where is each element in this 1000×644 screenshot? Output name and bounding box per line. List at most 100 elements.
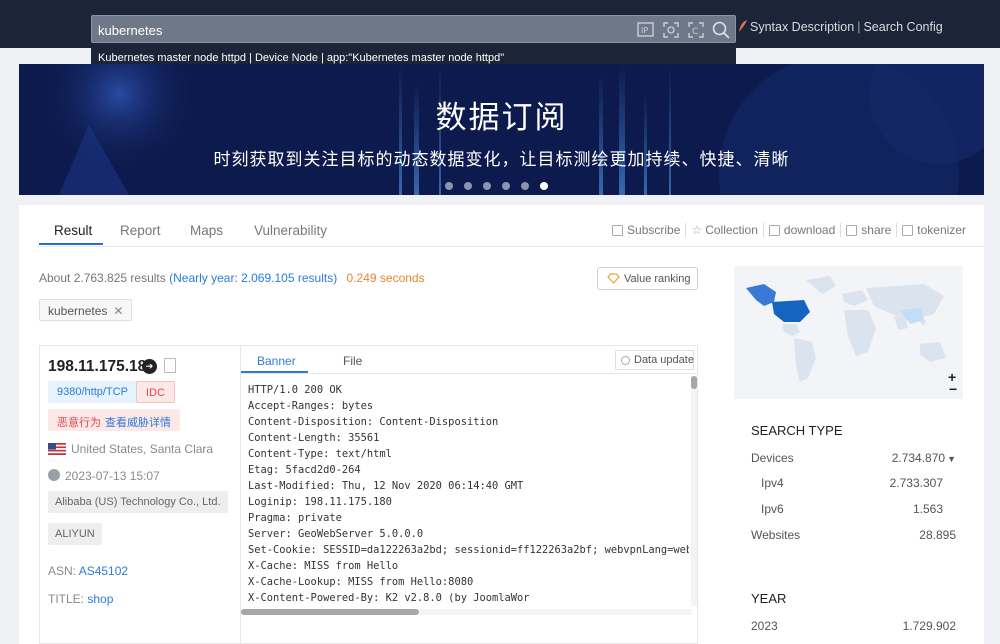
- banner-line: HTTP/1.0 200 OK: [248, 384, 342, 396]
- search-type-card: SEARCH TYPE Devices 2.734.870 ▼ Ipv4 2.733.…: [734, 402, 963, 564]
- caret-down-icon[interactable]: ▼: [947, 454, 956, 464]
- tab-vulnerability[interactable]: Vulnerability: [254, 223, 327, 238]
- carousel-dot[interactable]: [502, 182, 510, 190]
- search-box[interactable]: IP C: [91, 15, 736, 43]
- ip-search-icon[interactable]: IP: [636, 20, 656, 40]
- filter-chip[interactable]: kubernetes ✕: [39, 299, 133, 321]
- panel-tab-divider: [241, 373, 698, 374]
- scroll-thumb[interactable]: [241, 609, 419, 615]
- svg-text:IP: IP: [641, 26, 648, 35]
- banner-line: Accept-Ranges: bytes: [248, 400, 374, 412]
- tokenizer-button[interactable]: tokenizer: [902, 223, 966, 237]
- tokenizer-label: tokenizer: [917, 223, 966, 237]
- stat-year-2023[interactable]: 2023 1.729.902: [751, 619, 956, 633]
- ipv6-label: Ipv6: [761, 502, 784, 516]
- cert-icon[interactable]: C: [686, 20, 706, 40]
- value-ranking-button[interactable]: Value ranking: [597, 267, 698, 290]
- isp-tag[interactable]: ALIYUN: [48, 523, 102, 545]
- org-tag[interactable]: Alibaba (US) Technology Co., Ltd.: [48, 491, 228, 513]
- tab-file[interactable]: File: [343, 354, 362, 368]
- asn-link[interactable]: AS45102: [79, 564, 128, 578]
- vertical-scrollbar[interactable]: [691, 376, 697, 606]
- data-update-label: Data update: [634, 354, 694, 366]
- search-type-title: SEARCH TYPE: [751, 423, 843, 438]
- carousel-dot[interactable]: [483, 182, 491, 190]
- banner-line: Content-Disposition: Content-Disposition: [248, 416, 499, 428]
- year-2023-label: 2023: [751, 619, 778, 633]
- star-icon: ☆: [691, 223, 703, 237]
- banner-line: X-Cache-Lookup: MISS from Hello:8080: [248, 576, 474, 588]
- document-icon[interactable]: [164, 358, 176, 373]
- carousel-dot[interactable]: [521, 182, 529, 190]
- query-time: 0.249 seconds: [346, 271, 425, 285]
- banner-line: X-Content-Powered-By: K2 v2.8.0 (by Joom…: [248, 592, 530, 604]
- banner-line: Server: GeoWebServer 5.0.0.0: [248, 528, 424, 540]
- threat-details-link[interactable]: 查看威胁详情: [105, 417, 171, 429]
- result-count: About 2.763.825 results: [39, 271, 166, 285]
- location-text[interactable]: United States, Santa Clara: [71, 442, 213, 456]
- tabs-divider: [38, 246, 984, 247]
- search-icon[interactable]: [711, 20, 731, 40]
- collection-button[interactable]: ☆ Collection: [691, 223, 768, 237]
- tab-report[interactable]: Report: [120, 223, 161, 238]
- data-update-button[interactable]: Data update: [615, 350, 694, 370]
- stat-websites[interactable]: Websites 28.895: [751, 528, 956, 542]
- websites-value: 28.895: [919, 528, 956, 542]
- filter-chip-label: kubernetes: [48, 304, 108, 318]
- diamond-icon: [607, 273, 620, 284]
- tab-maps[interactable]: Maps: [190, 223, 223, 238]
- tokenizer-icon: [902, 224, 914, 236]
- result-card: 198.11.175.180 ➔ 9380/http/TCP IDC 恶意行为查…: [39, 345, 698, 644]
- world-map-graphic: [746, 276, 946, 382]
- close-icon[interactable]: ✕: [113, 304, 123, 318]
- active-tab-indicator: [39, 243, 103, 245]
- banner-line: Content-Type: text/html: [248, 448, 392, 460]
- carousel-dot-active[interactable]: [540, 182, 548, 190]
- download-label: download: [783, 223, 836, 237]
- title-link[interactable]: shop: [87, 592, 113, 606]
- asn-row: ASN: AS45102: [48, 564, 128, 578]
- search-input[interactable]: [98, 21, 618, 39]
- share-icon: [846, 224, 858, 236]
- share-button[interactable]: share: [846, 223, 902, 237]
- time-text: 2023-07-13 15:07: [65, 469, 160, 483]
- year-title: YEAR: [751, 591, 787, 606]
- world-map[interactable]: + −: [734, 266, 963, 399]
- svg-text:C: C: [692, 27, 698, 37]
- result-stats: About 2.763.825 results (Nearly year: 2.…: [39, 271, 425, 285]
- devices-value: 2.734.870: [891, 451, 946, 465]
- subscribe-button[interactable]: Subscribe: [612, 223, 691, 237]
- stat-ipv6[interactable]: Ipv6 1.563: [761, 502, 943, 516]
- syntax-link[interactable]: Syntax Description: [750, 20, 854, 34]
- scan-icon[interactable]: [661, 20, 681, 40]
- ip-address[interactable]: 198.11.175.180: [48, 358, 155, 376]
- scroll-thumb[interactable]: [691, 376, 697, 389]
- detail-panel: Banner File Data update HTTP/1.0 200 OK …: [240, 346, 698, 643]
- carousel-dot[interactable]: [464, 182, 472, 190]
- zoom-out-button[interactable]: −: [949, 381, 957, 397]
- port-tag[interactable]: 9380/http/TCP: [48, 381, 137, 403]
- carousel-dot[interactable]: [445, 182, 453, 190]
- horizontal-scrollbar[interactable]: [241, 609, 691, 615]
- location: United States, Santa Clara: [48, 442, 213, 456]
- title-label: TITLE:: [48, 592, 85, 606]
- bookmark-icon: [612, 224, 624, 236]
- nearly-year-count[interactable]: (Nearly year: 2.069.105 results): [169, 271, 337, 285]
- share-label: share: [861, 223, 892, 237]
- ipv4-label: Ipv4: [761, 476, 784, 490]
- stat-ipv4[interactable]: Ipv4 2.733.307: [761, 476, 943, 490]
- refresh-icon: [621, 356, 630, 365]
- devices-label: Devices: [751, 451, 794, 465]
- search-config-link[interactable]: Search Config: [863, 20, 942, 34]
- clock-icon: [48, 469, 60, 481]
- collection-label: Collection: [705, 223, 758, 237]
- stat-devices[interactable]: Devices 2.734.870 ▼: [751, 451, 956, 465]
- carousel-dots: [445, 182, 548, 190]
- promo-banner[interactable]: 数据订阅 时刻获取到关注目标的动态数据变化，让目标测绘更加持续、快捷、清晰: [19, 64, 984, 195]
- banner-line: Loginip: 198.11.175.180: [248, 496, 392, 508]
- go-arrow-icon[interactable]: ➔: [142, 359, 157, 374]
- feather-icon: [739, 20, 747, 32]
- tab-result[interactable]: Result: [54, 223, 92, 238]
- download-button[interactable]: download: [768, 223, 846, 237]
- tab-banner[interactable]: Banner: [257, 354, 296, 368]
